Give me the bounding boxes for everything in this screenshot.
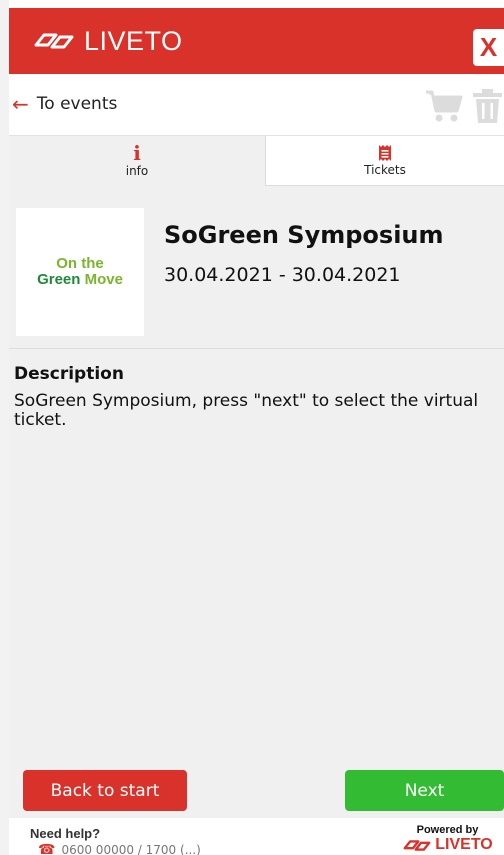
ticket-icon [379, 144, 391, 161]
close-button[interactable]: X [473, 29, 504, 66]
tab-tickets[interactable]: Tickets [265, 136, 504, 186]
trash-icon[interactable] [471, 88, 504, 124]
tab-tickets-label: Tickets [364, 162, 406, 177]
brand-name: LIVETO [84, 25, 183, 56]
description-text: SoGreen Symposium, press "next" to selec… [14, 391, 479, 430]
header-bar: LIVETO X [9, 8, 504, 74]
help-label: Need help? [30, 826, 101, 841]
powered-brand-name: LIVETO [435, 836, 493, 853]
event-logo-line2-b: Move [80, 271, 123, 288]
event-logo: On the Green Move [16, 208, 144, 336]
description-heading: Description [14, 364, 124, 384]
brand-logo: LIVETO [32, 25, 183, 57]
next-button[interactable]: Next [345, 770, 504, 811]
back-to-start-button[interactable]: Back to start [23, 770, 187, 811]
powered-by-label: Powered by [416, 824, 479, 836]
widget: LIVETO X ← To events i info Tickets On t… [9, 8, 504, 855]
event-logo-line2: Green Move [37, 272, 123, 288]
help-phone-text: 0600 00000 / 1700 (...) [61, 843, 201, 855]
event-summary: On the Green Move SoGreen Symposium 30.0… [9, 186, 504, 349]
liveto-chain-icon [34, 33, 74, 49]
close-label: X [479, 32, 498, 62]
powered-brand: LIVETO [395, 836, 500, 854]
help-phone[interactable]: ☎ 0600 00000 / 1700 (...) [38, 842, 201, 855]
liveto-chain-icon [403, 839, 431, 851]
event-date: 30.04.2021 - 30.04.2021 [164, 264, 401, 286]
back-to-events-link[interactable]: ← To events [12, 94, 117, 114]
nav-bar: ← To events [9, 74, 504, 136]
cart-icon[interactable] [425, 89, 463, 123]
page-edge [0, 0, 9, 855]
tab-info-label: info [125, 164, 149, 178]
tab-info[interactable]: i info [9, 136, 265, 186]
footer: Need help? ☎ 0600 00000 / 1700 (...) Pow… [9, 818, 504, 855]
phone-icon: ☎ [38, 842, 56, 855]
powered-by[interactable]: Powered by LIVETO [395, 824, 500, 854]
back-label: To events [36, 94, 118, 114]
arrow-left-icon: ← [12, 92, 29, 116]
event-title: SoGreen Symposium [164, 221, 444, 249]
description-section: Description SoGreen Symposium, press "ne… [14, 364, 502, 430]
event-logo-line1: On the [56, 255, 104, 272]
tab-bar: i info Tickets [9, 136, 504, 186]
event-logo-line2-a: Green [37, 271, 81, 288]
info-icon: i [133, 141, 141, 165]
